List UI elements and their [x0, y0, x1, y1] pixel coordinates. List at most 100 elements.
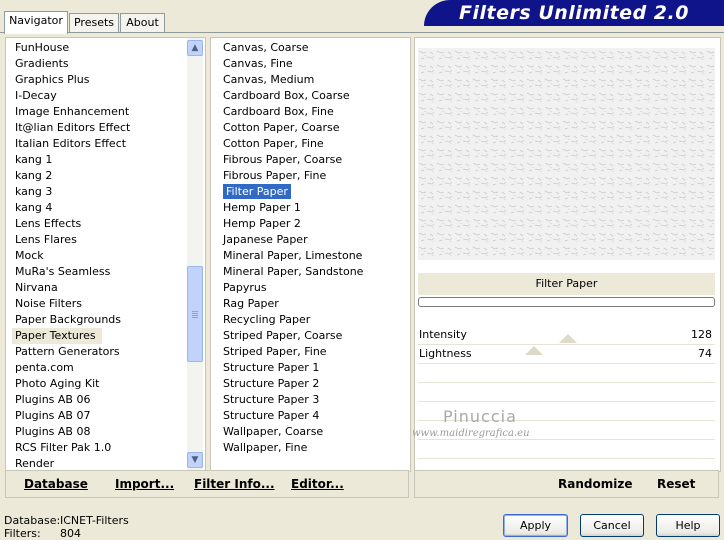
scrollbar-thumb[interactable]	[187, 266, 203, 362]
category-scrollbar[interactable]: ▲ ▼	[187, 38, 203, 470]
param-label: Intensity	[419, 328, 467, 341]
filter-item[interactable]: Cotton Paper, Coarse	[220, 120, 363, 136]
filter-item[interactable]: Mineral Paper, Limestone	[220, 248, 363, 264]
filter-item-label: Japanese Paper	[223, 233, 308, 246]
filter-item[interactable]: Structure Paper 2	[220, 376, 363, 392]
filter-item[interactable]: Fibrous Paper, Coarse	[220, 152, 363, 168]
filter-list[interactable]: Canvas, Coarse Canvas, Fine Canvas, Medium…	[220, 40, 363, 456]
category-item[interactable]: Graphics Plus	[12, 72, 130, 88]
category-item[interactable]: Gradients	[12, 56, 130, 72]
category-item[interactable]: Image Enhancement	[12, 104, 130, 120]
filter-item-label: Hemp Paper 2	[223, 217, 301, 230]
filter-item[interactable]: Canvas, Medium	[220, 72, 363, 88]
category-item[interactable]: Paper Backgrounds	[12, 312, 130, 328]
category-item[interactable]: I-Decay	[12, 88, 130, 104]
category-item[interactable]: kang 1	[12, 152, 130, 168]
tab-navigator[interactable]: Navigator	[4, 11, 68, 34]
filter-item-label: Cotton Paper, Fine	[223, 137, 324, 150]
watermark-url: www.maidiregrafica.eu	[412, 428, 530, 439]
status-filters: Filters: 804	[4, 527, 81, 540]
category-item[interactable]: Lens Effects	[12, 216, 130, 232]
filter-item[interactable]: Structure Paper 4	[220, 408, 363, 424]
filter-item-label: Recycling Paper	[223, 313, 311, 326]
filter-item-label: Cardboard Box, Fine	[223, 105, 334, 118]
filter-item[interactable]: Structure Paper 1	[220, 360, 363, 376]
editor-button[interactable]: Editor...	[291, 477, 344, 491]
filter-item-label: Mineral Paper, Sandstone	[223, 265, 364, 278]
filter-item[interactable]: Fibrous Paper, Fine	[220, 168, 363, 184]
scroll-up-button[interactable]: ▲	[187, 40, 203, 56]
param-row-intensity[interactable]: Intensity 128	[418, 326, 715, 345]
category-item[interactable]: Paper Textures	[12, 328, 102, 344]
filter-item[interactable]: Cotton Paper, Fine	[220, 136, 363, 152]
category-item[interactable]: Photo Aging Kit	[12, 376, 130, 392]
parameter-list: Intensity 128 Lightness 74	[418, 326, 715, 478]
filter-item-label: Structure Paper 3	[223, 393, 320, 406]
category-list[interactable]: FunHouse Gradients Graphics Plus I-Decay Ima…	[12, 40, 130, 472]
filter-item[interactable]: Rag Paper	[220, 296, 363, 312]
param-row-lightness[interactable]: Lightness 74	[418, 345, 715, 364]
category-item[interactable]: Italian Editors Effect	[12, 136, 130, 152]
filter-item[interactable]: Wallpaper, Coarse	[220, 424, 363, 440]
filter-item[interactable]: Japanese Paper	[220, 232, 363, 248]
randomize-button[interactable]: Randomize	[558, 477, 632, 491]
cancel-button[interactable]: Cancel	[580, 514, 644, 537]
slider-indicator[interactable]	[525, 346, 544, 355]
filter-item[interactable]: Hemp Paper 1	[220, 200, 363, 216]
category-item[interactable]: kang 2	[12, 168, 130, 184]
filter-item-label: Striped Paper, Coarse	[223, 329, 343, 342]
status-database-value: ICNET-Filters	[60, 514, 129, 527]
category-item[interactable]: Nirvana	[12, 280, 130, 296]
tab-about[interactable]: About	[120, 13, 165, 32]
category-item[interactable]: kang 3	[12, 184, 130, 200]
filter-item[interactable]: Papyrus	[220, 280, 363, 296]
scroll-down-button[interactable]: ▼	[187, 452, 203, 468]
filter-item[interactable]: Cardboard Box, Coarse	[220, 88, 363, 104]
filter-item-label: Rag Paper	[223, 297, 279, 310]
reset-button[interactable]: Reset	[657, 477, 695, 491]
category-item[interactable]: Plugins AB 07	[12, 408, 130, 424]
filter-item[interactable]: Striped Paper, Fine	[220, 344, 363, 360]
category-item[interactable]: RCS Filter Pak 1.0	[12, 440, 130, 456]
category-item[interactable]: MuRa's Seamless	[12, 264, 130, 280]
category-item[interactable]: Lens Flares	[12, 232, 130, 248]
filter-item[interactable]: Striped Paper, Coarse	[220, 328, 363, 344]
filter-item-label: Wallpaper, Fine	[223, 441, 308, 454]
filter-item-label: Fibrous Paper, Fine	[223, 169, 327, 182]
category-item[interactable]: kang 4	[12, 200, 130, 216]
filter-list-panel: Canvas, Coarse Canvas, Fine Canvas, Medium…	[210, 37, 411, 472]
slider-indicator[interactable]	[559, 334, 577, 343]
filter-item-label: Wallpaper, Coarse	[223, 425, 324, 438]
category-item[interactable]: Mock	[12, 248, 130, 264]
filter-item-label: Structure Paper 4	[223, 409, 320, 422]
param-label: Lightness	[419, 347, 472, 360]
category-item[interactable]: Plugins AB 06	[12, 392, 130, 408]
tab-divider	[0, 32, 724, 33]
category-item[interactable]: penta.com	[12, 360, 130, 376]
filter-item[interactable]: Structure Paper 3	[220, 392, 363, 408]
help-button[interactable]: Help	[656, 514, 720, 537]
filter-item[interactable]: Canvas, Fine	[220, 56, 363, 72]
filter-item[interactable]: Hemp Paper 2	[220, 216, 363, 232]
category-item[interactable]: Noise Filters	[12, 296, 130, 312]
category-item[interactable]: It@lian Editors Effect	[12, 120, 130, 136]
category-item[interactable]: Pattern Generators	[12, 344, 130, 360]
filter-item[interactable]: Filter Paper	[220, 184, 363, 200]
tab-presets[interactable]: Presets	[69, 13, 119, 32]
filter-item-label: Cotton Paper, Coarse	[223, 121, 340, 134]
import-button[interactable]: Import...	[115, 477, 174, 491]
filter-info-button[interactable]: Filter Info...	[194, 477, 275, 491]
category-item[interactable]: FunHouse	[12, 40, 130, 56]
category-item[interactable]: Plugins AB 08	[12, 424, 130, 440]
apply-button[interactable]: Apply	[503, 514, 568, 537]
database-button[interactable]: Database	[24, 477, 88, 491]
filter-item-label: Cardboard Box, Coarse	[223, 89, 350, 102]
status-filters-label: Filters:	[4, 527, 41, 540]
filter-item[interactable]: Recycling Paper	[220, 312, 363, 328]
filter-item[interactable]: Canvas, Coarse	[220, 40, 363, 56]
paper-texture	[418, 48, 715, 260]
filter-item[interactable]: Wallpaper, Fine	[220, 440, 363, 456]
filter-item[interactable]: Cardboard Box, Fine	[220, 104, 363, 120]
filter-item[interactable]: Mineral Paper, Sandstone	[220, 264, 363, 280]
param-value: 128	[691, 328, 712, 341]
